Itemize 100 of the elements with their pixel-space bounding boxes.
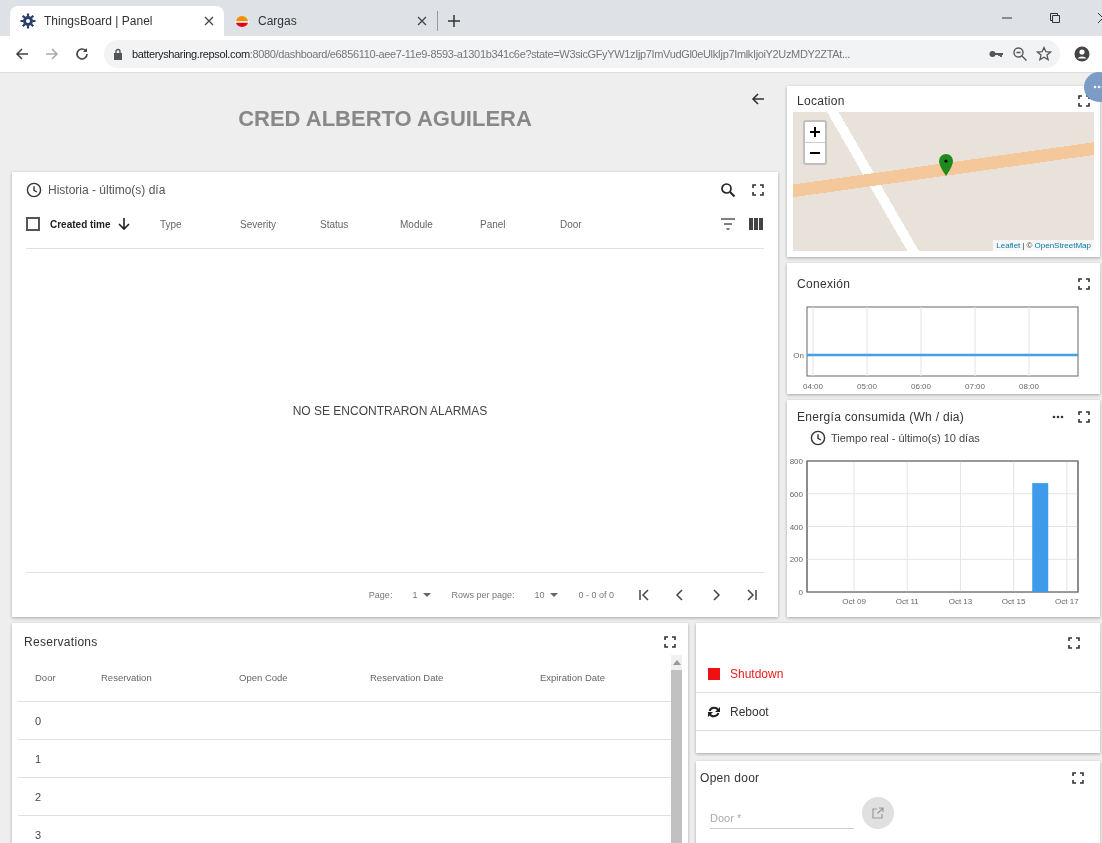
restore-icon[interactable] [1050, 13, 1060, 23]
page-label: Page: [368, 590, 393, 600]
dashboard-title: CRED ALBERTO AGUILERA [238, 105, 533, 132]
axis-label: Oct 13 [948, 597, 973, 606]
column-header[interactable]: Type [160, 218, 240, 230]
fullscreen-icon[interactable] [1068, 637, 1080, 649]
tab-title: Cargas [258, 14, 298, 28]
axis-label: 07:00 [965, 382, 985, 391]
leaflet-link[interactable]: Leaflet [996, 241, 1021, 250]
column-header[interactable]: Reservation Date [354, 671, 520, 683]
arrow-down-icon[interactable] [116, 217, 131, 231]
axis-label: 05:00 [857, 382, 877, 391]
logo-icon [234, 13, 250, 29]
fullscreen-icon[interactable] [664, 636, 676, 648]
map-placeholder[interactable]: Leaflet | © OpenStreetMap [793, 112, 1094, 251]
new-tab-icon[interactable] [448, 15, 460, 27]
column-header[interactable]: Door [560, 218, 640, 230]
table-cell-text: 1 [34, 752, 42, 765]
table-cell-text: 3 [34, 828, 42, 841]
fullscreen-icon[interactable] [1078, 278, 1090, 290]
clock-icon [26, 182, 42, 198]
browser-tab[interactable]: ThingsBoard | Panel [10, 6, 224, 36]
empty-message: NO SE ENCONTRARON ALARMAS [292, 403, 488, 418]
back-arrow-icon[interactable] [14, 46, 30, 62]
close-icon[interactable] [417, 16, 427, 26]
plus-icon [810, 127, 820, 137]
axis-label: 800 [790, 457, 803, 466]
widget-title: Location [797, 94, 846, 108]
reload-icon[interactable] [74, 46, 90, 62]
gear-icon [20, 13, 36, 29]
map-marker-icon[interactable] [939, 154, 953, 176]
column-header[interactable]: Open Code [221, 671, 354, 683]
page-range: 0 - 0 of 0 [578, 590, 614, 600]
column-header[interactable]: Severity [240, 218, 320, 230]
next-page-icon[interactable] [710, 589, 722, 601]
more-icon[interactable] [1052, 415, 1064, 419]
columns-icon[interactable] [748, 216, 764, 232]
axis-label: 400 [790, 522, 803, 532]
lock-icon [112, 48, 124, 60]
url-text: batterysharing.repsol.com:8080/dashboard/e6856110-aee7-11e9-8593-a1301b341c6e?state=W3sicGFyYW1zIjp7ImVudGl0eUlkIjp7ImlkIjoiY2UzMDY2ZTAt... [132, 48, 851, 60]
attribution-text: | © [1022, 241, 1033, 250]
refresh-icon [708, 705, 720, 718]
widget-title: Historia - último(s) día [48, 183, 166, 197]
caret-icon [550, 593, 559, 597]
timewindow-label[interactable]: Tiempo real - último(s) 10 días [831, 432, 980, 444]
column-header[interactable]: Reservation [81, 671, 221, 683]
column-header[interactable]: Door [18, 671, 81, 683]
column-header[interactable]: Panel [480, 218, 560, 230]
fullscreen-icon[interactable] [1078, 95, 1090, 107]
open-in-new-icon [872, 807, 884, 819]
axis-label: Oct 11 [895, 597, 919, 606]
axis-label: 200 [790, 555, 803, 565]
last-page-icon[interactable] [746, 589, 758, 601]
account-icon[interactable] [1074, 46, 1090, 62]
column-header[interactable]: Created time [50, 217, 160, 231]
axis-label: 06:00 [911, 382, 931, 391]
first-page-icon[interactable] [638, 589, 650, 601]
select-all-checkbox[interactable] [26, 217, 40, 231]
shutdown-button[interactable]: Shutdown [696, 655, 1100, 693]
fullscreen-icon[interactable] [1078, 411, 1090, 423]
page-select[interactable]: 1 [412, 590, 432, 600]
axis-label: 04:00 [803, 382, 823, 391]
star-icon[interactable] [1036, 46, 1052, 62]
fullscreen-icon[interactable] [752, 184, 764, 196]
axis-label: Oct 17 [1055, 597, 1079, 606]
axis-label: On [793, 351, 804, 360]
previous-page-icon[interactable] [674, 589, 686, 601]
axis-label: 08:00 [1019, 382, 1039, 391]
rows-per-page-select[interactable]: 10 [534, 590, 559, 600]
column-header[interactable]: Expiration Date [520, 671, 605, 683]
widget-title: Open door [700, 771, 761, 785]
table-cell-text: 0 [34, 714, 42, 727]
door-input-field[interactable]: Door * [710, 797, 854, 829]
axis-label: 0 [798, 588, 803, 597]
openstreetmap-link[interactable]: OpenStreetMap [1034, 241, 1091, 250]
column-header[interactable]: Module [400, 218, 480, 230]
widget-title: Energía consumida (Wh / dia) [797, 410, 966, 424]
filter-icon[interactable] [720, 216, 736, 232]
caret-icon [423, 593, 432, 597]
zoom-out-icon[interactable] [1012, 46, 1028, 62]
reboot-button[interactable]: Reboot [696, 693, 1100, 731]
back-arrow-icon[interactable] [750, 91, 766, 107]
fullscreen-icon[interactable] [1072, 772, 1084, 784]
search-icon[interactable] [720, 182, 736, 198]
widget-title: Conexión [797, 277, 852, 291]
scrollbar[interactable] [671, 655, 682, 843]
tab-title: ThingsBoard | Panel [44, 14, 154, 28]
widget-title: Reservations [24, 635, 99, 649]
address-bar[interactable]: batterysharing.repsol.com:8080/dashboard/e6856110-aee7-11e9-8593-a1301b341c6e?state=W3sicGFyYW1zIjp7ImVudGl0eUlkIjp7ImlkIjoiY2UzMDY2ZTAt... [104, 40, 1060, 68]
axis-label: Oct 15 [1001, 597, 1026, 606]
close-icon[interactable] [204, 16, 214, 26]
rows-per-page-label: Rows per page: [451, 590, 515, 600]
axis-label: Oct 09 [842, 597, 866, 606]
axis-label: 600 [790, 489, 803, 499]
browser-tab[interactable]: Cargas [224, 11, 438, 31]
table-cell-text: 2 [34, 790, 42, 803]
more-icon [1093, 85, 1102, 89]
stop-icon [708, 667, 720, 680]
clock-icon [810, 430, 826, 446]
column-header[interactable]: Status [320, 218, 400, 230]
